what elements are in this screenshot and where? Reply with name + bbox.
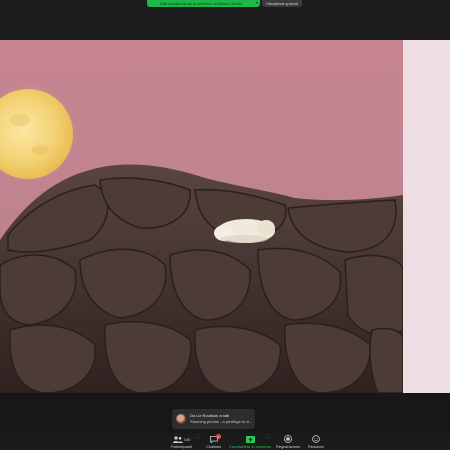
chat-label: Chattare — [206, 444, 222, 449]
shared-photo — [0, 40, 403, 393]
presentation-side-panel — [403, 40, 450, 393]
share-notification-bar: Stai visualizzando lo schermo di Marco G… — [0, 0, 450, 40]
avatar — [176, 414, 186, 424]
chat-button[interactable]: 1 Chattare — [206, 434, 222, 449]
reactions-label: Reazioni — [308, 444, 324, 449]
meeting-toolbar: 140 Partecipanti ^ 1 Chattare Condivider… — [0, 433, 450, 450]
share-screen-button[interactable]: Condividere lo schermo — [229, 435, 271, 449]
viewing-screen-indicator[interactable]: Stai visualizzando lo schermo di Marco G… — [147, 0, 260, 7]
share-screen-icon — [245, 435, 255, 443]
viewing-screen-label: Stai visualizzando lo schermo di Marco G… — [160, 1, 242, 6]
record-icon — [284, 435, 293, 443]
chevron-down-icon: ▾ — [255, 0, 258, 5]
record-button[interactable]: Registrazione — [276, 435, 300, 449]
share-screen-label: Condividere lo schermo — [229, 444, 272, 449]
record-label: Registrazione — [276, 444, 301, 449]
participants-button[interactable]: 140 Partecipanti — [171, 435, 192, 449]
chat-notification[interactable]: Da Liz Roulston a tutti Stunning photos … — [172, 409, 255, 429]
chevron-up-icon[interactable]: ^ — [268, 436, 269, 440]
chat-badge: 1 — [215, 434, 221, 439]
participants-label: Partecipanti — [171, 444, 193, 449]
participants-icon — [172, 435, 183, 443]
reactions-button[interactable]: Reazioni — [308, 435, 324, 449]
view-options-label: Visualizza opzioni — [266, 1, 298, 6]
reactions-icon — [311, 435, 320, 443]
view-options-button[interactable]: Visualizza opzioni — [262, 0, 302, 7]
participants-count: 140 — [183, 436, 191, 442]
shared-screen — [0, 40, 450, 393]
chat-message-preview: Stunning photos - a privilege to vi... — [190, 419, 253, 424]
chevron-up-icon[interactable]: ^ — [197, 436, 198, 440]
